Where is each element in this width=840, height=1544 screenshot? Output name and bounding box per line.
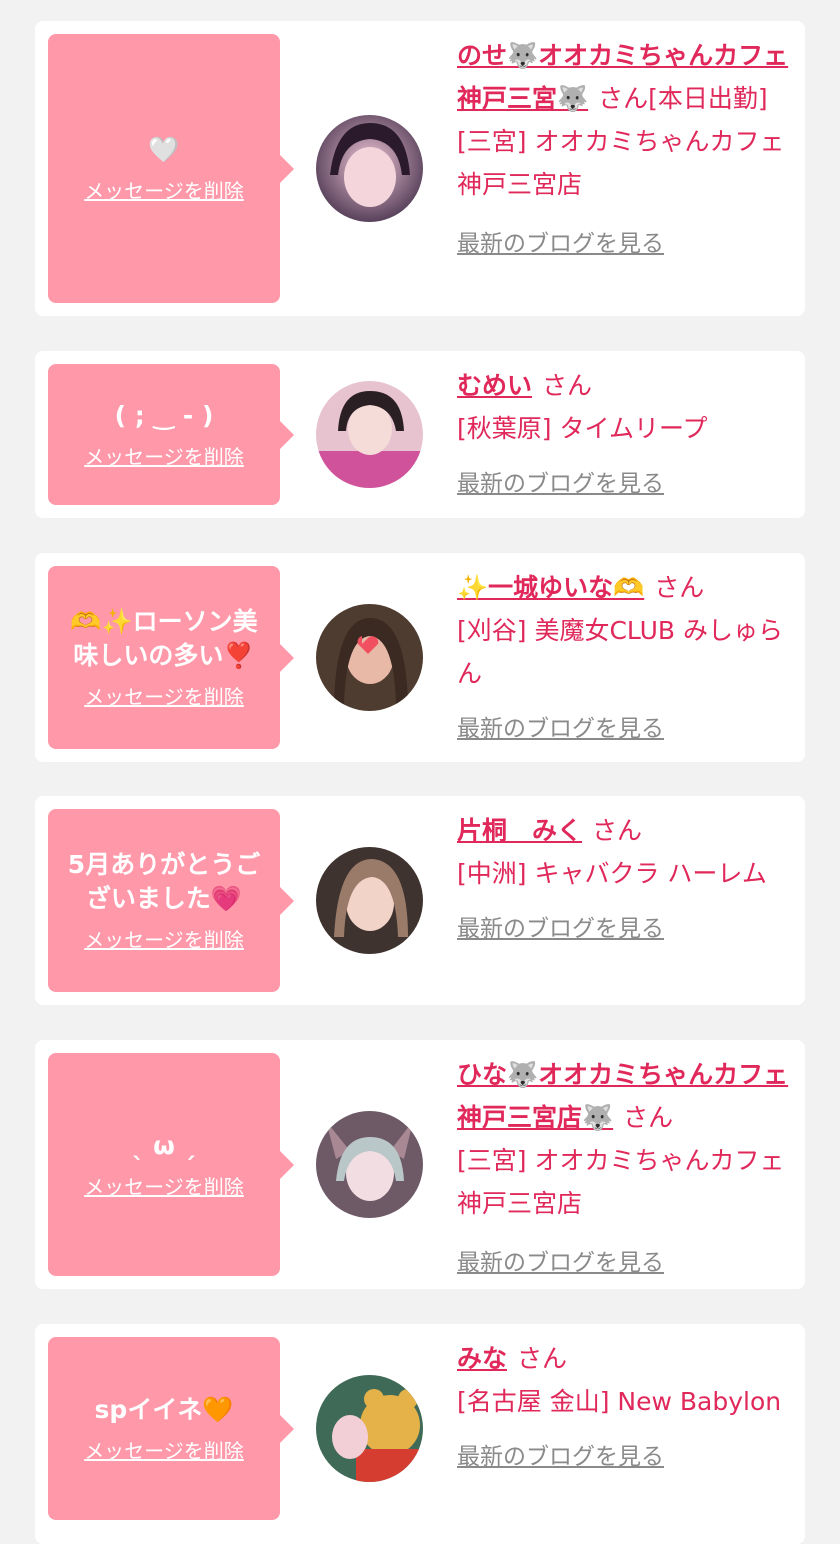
- message-text: 5月ありがとうございました💗: [67, 850, 261, 913]
- attendance-status: [本日出勤]: [648, 84, 768, 113]
- message-text: ˎ ω ˏ: [131, 1131, 197, 1160]
- avatar[interactable]: [316, 381, 423, 488]
- cast-name-link[interactable]: みな: [457, 1344, 507, 1373]
- delete-message-link[interactable]: メッセージを削除: [84, 924, 244, 953]
- latest-blog-link[interactable]: 最新のブログを見る: [457, 709, 664, 749]
- avatar-photo: [316, 381, 423, 488]
- cast-name-link[interactable]: 片桐 みく: [457, 816, 582, 845]
- cast-info: むめい さん [秋葉原] タイムリープ 最新のブログを見る: [457, 364, 792, 504]
- delete-message-link[interactable]: メッセージを削除: [84, 175, 244, 204]
- honorific: さん: [598, 84, 649, 113]
- message-list: 🤍 メッセージを削除 のせ🐺オオカミちゃんカフェ神戸三宮🐺 さん[本日出勤] [三…: [0, 0, 840, 1544]
- list-item: ( ; ‿ - ) メッセージを削除 むめい さん [秋葉原] タイムリープ 最新…: [35, 351, 805, 518]
- delete-message-link[interactable]: メッセージを削除: [84, 681, 244, 710]
- latest-blog-link[interactable]: 最新のブログを見る: [457, 1437, 664, 1477]
- shop-info: [刈谷] 美魔女CLUB みしゅらん: [457, 616, 783, 688]
- message-bubble: spイイネ🧡 メッセージを削除: [48, 1337, 294, 1520]
- avatar[interactable]: [316, 115, 423, 222]
- delete-message-link[interactable]: メッセージを削除: [84, 441, 244, 470]
- message-bubble: 🤍 メッセージを削除: [48, 34, 294, 303]
- message-bubble: 🫶✨ローソン美味しいの多い❣️ メッセージを削除: [48, 566, 294, 749]
- list-item: 🤍 メッセージを削除 のせ🐺オオカミちゃんカフェ神戸三宮🐺 さん[本日出勤] [三…: [35, 21, 805, 316]
- honorific: さん: [542, 371, 593, 400]
- latest-blog-link[interactable]: 最新のブログを見る: [457, 909, 664, 949]
- latest-blog-link[interactable]: 最新のブログを見る: [457, 224, 664, 264]
- delete-message-link[interactable]: メッセージを削除: [84, 1435, 244, 1464]
- message-bubble: ˎ ω ˏ メッセージを削除: [48, 1053, 294, 1276]
- cast-info: みな さん [名古屋 金山] New Babylon 最新のブログを見る: [457, 1337, 792, 1477]
- cast-info: 片桐 みく さん [中洲] キャバクラ ハーレム 最新のブログを見る: [457, 809, 792, 949]
- avatar[interactable]: [316, 1111, 423, 1218]
- shop-info: [三宮] オオカミちゃんカフェ神戸三宮店: [457, 127, 785, 199]
- cast-info: ひな🐺オオカミちゃんカフェ神戸三宮店🐺 さん [三宮] オオカミちゃんカフェ神戸三…: [457, 1053, 792, 1283]
- honorific: さん: [654, 573, 705, 602]
- cast-info: のせ🐺オオカミちゃんカフェ神戸三宮🐺 さん[本日出勤] [三宮] オオカミちゃんカ…: [457, 34, 792, 264]
- list-item: spイイネ🧡 メッセージを削除 みな さん [名古屋 金山] New Babylo…: [35, 1324, 805, 1544]
- message-text: 🫶✨ローソン美味しいの多い❣️: [70, 607, 258, 670]
- latest-blog-link[interactable]: 最新のブログを見る: [457, 464, 664, 504]
- shop-info: [名古屋 金山] New Babylon: [457, 1387, 782, 1416]
- delete-message-link[interactable]: メッセージを削除: [84, 1171, 244, 1200]
- message-text: ( ; ‿ - ): [114, 401, 214, 430]
- list-item: 5月ありがとうございました💗 メッセージを削除 片桐 みく さん [中洲] キャバ…: [35, 796, 805, 1005]
- avatar-photo: [316, 1111, 423, 1218]
- cast-name-link[interactable]: ✨一城ゆいな🫶: [457, 573, 644, 602]
- cast-name-link[interactable]: むめい: [457, 371, 532, 400]
- shop-info: [中洲] キャバクラ ハーレム: [457, 859, 767, 888]
- honorific: さん: [592, 816, 643, 845]
- avatar[interactable]: [316, 1375, 423, 1482]
- message-bubble: ( ; ‿ - ) メッセージを削除: [48, 364, 294, 505]
- avatar[interactable]: [316, 604, 423, 711]
- shop-info: [三宮] オオカミちゃんカフェ神戸三宮店: [457, 1146, 785, 1218]
- avatar-photo: [316, 847, 423, 954]
- message-text: spイイネ🧡: [94, 1395, 234, 1424]
- latest-blog-link[interactable]: 最新のブログを見る: [457, 1243, 664, 1283]
- honorific: さん: [623, 1103, 674, 1132]
- message-text: 🤍: [148, 135, 180, 164]
- message-bubble: 5月ありがとうございました💗 メッセージを削除: [48, 809, 294, 992]
- avatar-photo: [316, 1375, 423, 1482]
- cast-info: ✨一城ゆいな🫶 さん [刈谷] 美魔女CLUB みしゅらん 最新のブログを見る: [457, 566, 792, 749]
- honorific: さん: [517, 1344, 568, 1373]
- list-item: 🫶✨ローソン美味しいの多い❣️ メッセージを削除 ✨一城ゆいな🫶 さん [刈谷] …: [35, 553, 805, 762]
- avatar[interactable]: [316, 847, 423, 954]
- shop-info: [秋葉原] タイムリープ: [457, 414, 708, 443]
- avatar-photo: [316, 115, 423, 222]
- list-item: ˎ ω ˏ メッセージを削除 ひな🐺オオカミちゃんカフェ神戸三宮店🐺 さん [三宮…: [35, 1040, 805, 1289]
- avatar-photo: [316, 604, 423, 711]
